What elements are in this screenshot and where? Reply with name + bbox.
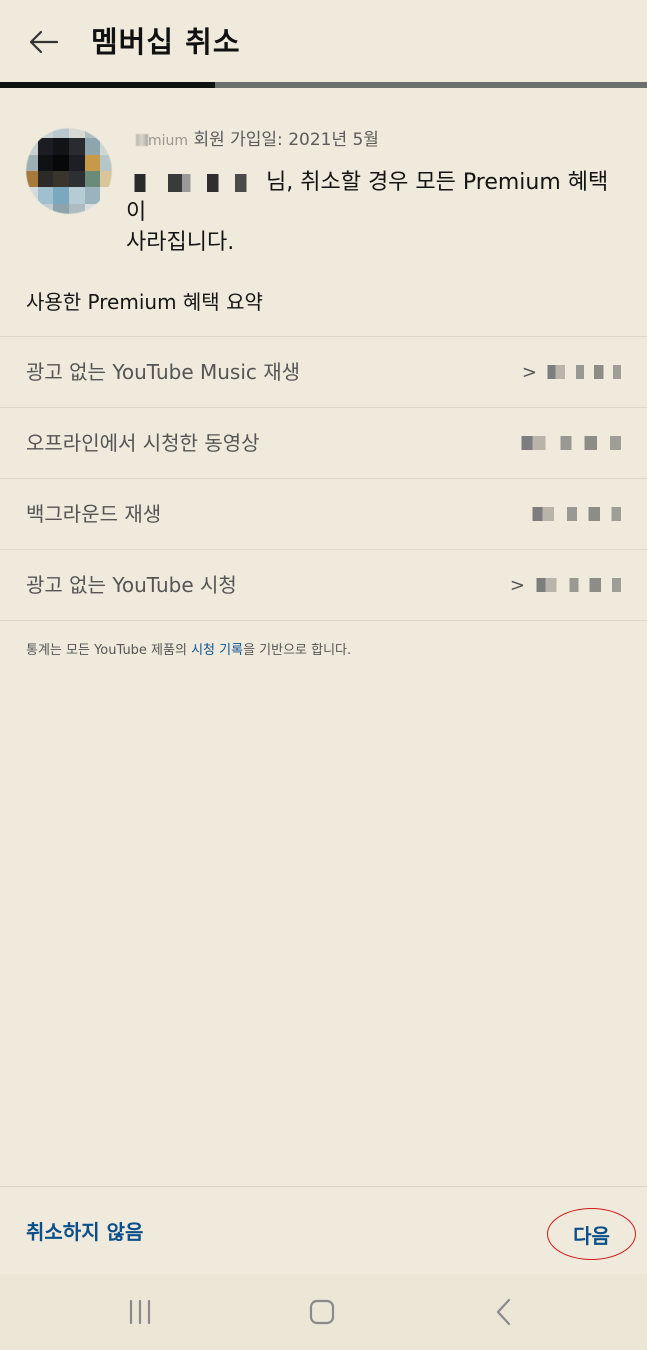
avatar-tile xyxy=(37,154,54,171)
avatar-tile xyxy=(69,171,85,188)
redacted-name-fragment xyxy=(136,134,148,146)
recent-apps-button[interactable] xyxy=(110,1292,170,1332)
benefit-label: 광고 없는 YouTube Music 재생 xyxy=(26,360,301,384)
benefit-value xyxy=(501,430,621,456)
notice-text-line2: 사라집니다. xyxy=(126,230,235,255)
arrow-left-icon xyxy=(29,30,59,54)
benefit-row-offline: 오프라인에서 시청한 동영상 xyxy=(0,408,647,478)
avatar-tile xyxy=(22,138,38,155)
dont-cancel-button[interactable]: 취소하지 않음 xyxy=(26,1212,143,1252)
benefit-label: 오프라인에서 시청한 동영상 xyxy=(26,431,260,455)
join-date-text: 회원 가입일: 2021년 5월 xyxy=(193,130,379,150)
avatar-tile xyxy=(53,203,69,220)
avatar-tile xyxy=(37,138,54,155)
avatar-tile xyxy=(84,138,101,155)
join-prefix-label: mium xyxy=(148,133,189,149)
home-icon xyxy=(309,1299,335,1325)
benefit-label: 백그라운드 재생 xyxy=(26,502,162,526)
avatar-tile xyxy=(84,203,101,220)
system-back-button[interactable] xyxy=(474,1292,534,1332)
avatar-tile xyxy=(37,171,54,188)
avatar-tile xyxy=(69,154,85,171)
avatar-tile xyxy=(100,138,116,155)
value-prefix: > xyxy=(509,574,525,596)
divider xyxy=(0,620,647,621)
avatar-tile xyxy=(53,122,69,139)
avatar-tile xyxy=(22,154,38,171)
progress-bar xyxy=(0,82,647,88)
avatar-tile xyxy=(22,187,38,204)
system-nav-bar xyxy=(0,1274,647,1350)
cancel-membership-screen: 멤버십 취소 mium 회원 가입일: 2021년 5월 님, 취소할 경우 모… xyxy=(0,0,647,1350)
avatar-tile xyxy=(53,171,69,188)
app-header: 멤버십 취소 xyxy=(0,0,647,84)
redacted-value xyxy=(513,436,621,450)
avatar-tile xyxy=(84,154,101,171)
next-button[interactable]: 다음 xyxy=(547,1208,636,1260)
benefit-value: > xyxy=(501,572,621,598)
benefit-label: 광고 없는 YouTube 시청 xyxy=(26,573,237,597)
redacted-user-name xyxy=(126,174,266,192)
avatar-tile xyxy=(22,203,38,220)
redacted-value xyxy=(529,578,621,592)
recent-apps-icon xyxy=(129,1299,151,1325)
stats-footnote: 통계는 모든 YouTube 제품의 시청 기록을 기반으로 합니다. xyxy=(26,640,351,662)
progress-bar-fill xyxy=(0,82,216,88)
page-title: 멤버십 취소 xyxy=(91,25,241,59)
benefit-value xyxy=(501,501,621,527)
avatar-tile xyxy=(53,154,69,171)
avatar xyxy=(22,122,116,220)
redacted-value xyxy=(525,507,621,521)
avatar-tile xyxy=(84,122,101,139)
avatar-tile xyxy=(100,154,116,171)
back-chevron-icon xyxy=(496,1298,511,1326)
avatar-tile xyxy=(69,122,85,139)
next-button-label: 다음 xyxy=(573,1223,610,1248)
benefit-row-background: 백그라운드 재생 xyxy=(0,479,647,549)
avatar-tile xyxy=(100,203,116,220)
cancel-notice: 님, 취소할 경우 모든 Premium 혜택이 사라집니다. xyxy=(126,168,626,258)
avatar-tile xyxy=(22,122,38,139)
avatar-tile xyxy=(100,171,116,188)
avatar-tile xyxy=(69,138,85,155)
benefit-value: > xyxy=(501,359,621,385)
redacted-value xyxy=(541,365,621,379)
home-button[interactable] xyxy=(292,1292,352,1332)
avatar-tile xyxy=(100,122,116,139)
avatar-tile xyxy=(84,187,101,204)
benefit-row-youtube: 광고 없는 YouTube 시청 > xyxy=(0,550,647,620)
back-button[interactable] xyxy=(22,22,66,62)
avatar-tile xyxy=(84,171,101,188)
avatar-tile xyxy=(37,122,54,139)
watch-history-link[interactable]: 시청 기록 xyxy=(191,643,243,658)
avatar-tile xyxy=(37,203,54,220)
benefits-summary-title: 사용한 Premium 혜택 요약 xyxy=(26,290,263,314)
footnote-text-end: 을 기반으로 합니다. xyxy=(243,643,352,658)
avatar-tile xyxy=(69,203,85,220)
avatar-tile xyxy=(100,187,116,204)
avatar-tile xyxy=(69,187,85,204)
value-prefix: > xyxy=(521,361,537,383)
footer-divider xyxy=(0,1186,647,1187)
footnote-text: 통계는 모든 YouTube 제품의 xyxy=(26,643,192,658)
benefit-row-music: 광고 없는 YouTube Music 재생 > xyxy=(0,337,647,407)
avatar-tile xyxy=(37,187,54,204)
avatar-tile xyxy=(53,138,69,155)
avatar-tile xyxy=(22,171,38,188)
member-join-date: mium 회원 가입일: 2021년 5월 xyxy=(136,127,379,154)
avatar-tile xyxy=(53,187,69,204)
